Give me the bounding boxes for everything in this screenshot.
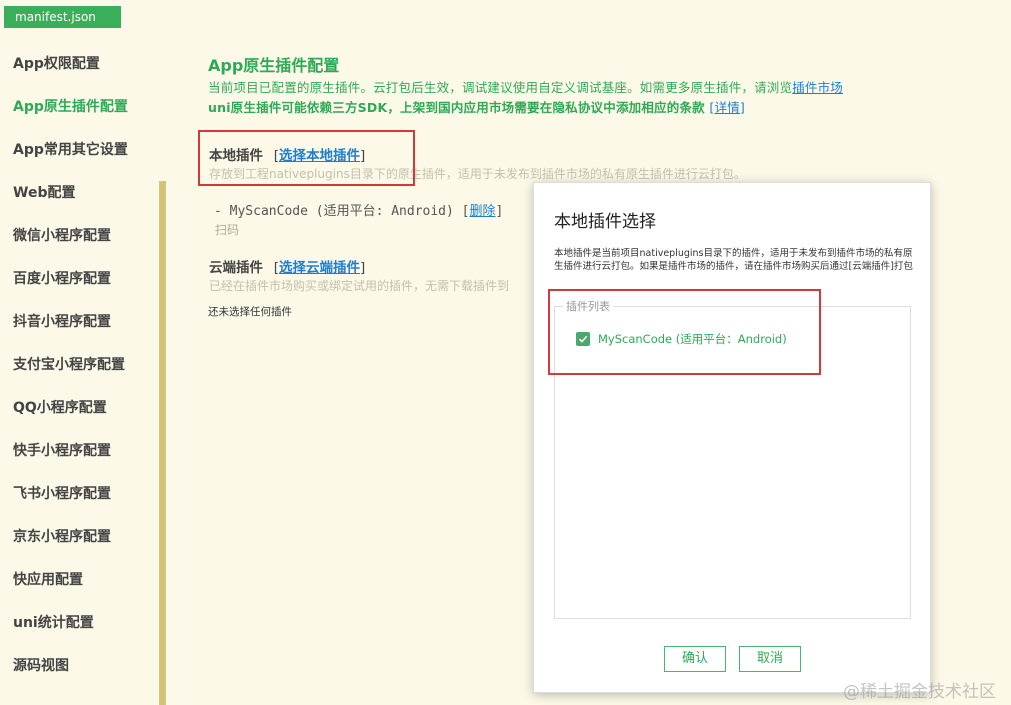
- confirm-button[interactable]: 确认: [664, 646, 726, 672]
- watermark: @稀土掘金技术社区: [843, 682, 996, 702]
- local-plugin-entry: - MyScanCode (适用平台: Android) [删除]: [214, 200, 503, 219]
- cloud-plugins-desc: 已经在插件市场购买或绑定试用的插件，无需下载插件到: [209, 279, 510, 293]
- no-plugin-message: 还未选择任何插件: [208, 306, 292, 318]
- cloud-plugins-heading: 云端插件 [选择云端插件]: [209, 256, 365, 276]
- file-tab[interactable]: manifest.json: [4, 6, 121, 28]
- local-plugin-dialog: 本地插件选择 本地插件是当前项目nativeplugins目录下的插件，适用于未…: [533, 182, 931, 693]
- dialog-title: 本地插件选择: [554, 212, 656, 232]
- sidebar-item-wechat[interactable]: 微信小程序配置: [13, 225, 111, 245]
- sidebar-item-kuaishou[interactable]: 快手小程序配置: [13, 440, 111, 460]
- bracket-close: ]: [359, 260, 366, 276]
- sidebar-item-baidu[interactable]: 百度小程序配置: [13, 268, 111, 288]
- sidebar-item-source-view[interactable]: 源码视图: [13, 655, 69, 675]
- sidebar-item-feishu[interactable]: 飞书小程序配置: [13, 483, 111, 503]
- delete-plugin-link[interactable]: 删除: [470, 204, 496, 219]
- highlight-box-local: [198, 130, 415, 186]
- local-plugin-text: - MyScanCode (适用平台: Android) [: [214, 204, 470, 219]
- sidebar-item-quickapp[interactable]: 快应用配置: [13, 569, 83, 589]
- plugin-market-link[interactable]: 插件市场: [792, 80, 843, 95]
- highlight-box-plugin: [548, 289, 821, 375]
- sidebar-item-qq[interactable]: QQ小程序配置: [13, 397, 107, 417]
- sidebar-item-app-permissions[interactable]: App权限配置: [13, 53, 100, 73]
- sidebar-item-web[interactable]: Web配置: [13, 182, 75, 202]
- cancel-button[interactable]: 取消: [739, 646, 801, 672]
- sidebar-item-app-other-settings[interactable]: App常用其它设置: [13, 139, 128, 159]
- sidebar: App权限配置 App原生插件配置 App常用其它设置 Web配置 微信小程序配…: [0, 40, 168, 705]
- sidebar-item-alipay[interactable]: 支付宝小程序配置: [13, 354, 125, 374]
- select-cloud-plugin-link[interactable]: 选择云端插件: [279, 260, 360, 276]
- dialog-description: 本地插件是当前项目nativeplugins目录下的插件，适用于未发布到插件市场…: [554, 248, 913, 272]
- notice-plugins-text: 当前项目已配置的原生插件。云打包后生效，调试建议使用自定义调试基座。如需更多原生…: [208, 80, 793, 95]
- sidebar-item-app-native-plugins[interactable]: App原生插件配置: [13, 96, 128, 116]
- local-plugin-subtitle: 扫码: [215, 223, 240, 237]
- page-title: App原生插件配置: [208, 56, 340, 75]
- sidebar-item-uni-stats[interactable]: uni统计配置: [13, 612, 94, 632]
- cloud-plugins-label: 云端插件: [209, 260, 263, 276]
- sidebar-item-douyin[interactable]: 抖音小程序配置: [13, 311, 111, 331]
- notice-plugins: 当前项目已配置的原生插件。云打包后生效，调试建议使用自定义调试基座。如需更多原生…: [208, 77, 843, 96]
- details-link[interactable]: [详情]: [709, 100, 745, 115]
- notice-privacy: uni原生插件可能依赖三方SDK，上架到国内应用市场需要在隐私协议中添加相应的条…: [208, 97, 745, 116]
- notice-privacy-text: uni原生插件可能依赖三方SDK，上架到国内应用市场需要在隐私协议中添加相应的条…: [208, 100, 705, 115]
- sidebar-item-jd[interactable]: 京东小程序配置: [13, 526, 111, 546]
- local-plugin-close: ]: [495, 204, 504, 219]
- sidebar-scrollbar[interactable]: [159, 181, 166, 705]
